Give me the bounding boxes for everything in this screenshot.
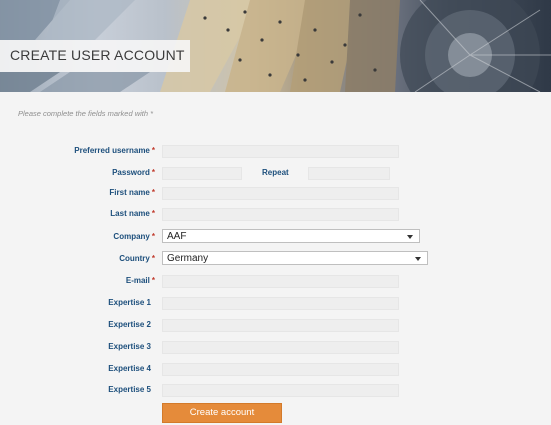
- country-select[interactable]: Germany: [162, 251, 428, 265]
- required-marker: *: [151, 209, 155, 218]
- required-marker: *: [151, 146, 155, 155]
- required-marker: *: [151, 168, 155, 177]
- email-input[interactable]: [162, 275, 399, 288]
- chevron-down-icon: [415, 257, 421, 261]
- label-last-name: Last name *: [110, 209, 155, 218]
- preferred-username-input[interactable]: [162, 145, 399, 158]
- label-company: Company *: [113, 232, 155, 241]
- label-expertise-5: Expertise 5: [108, 385, 151, 394]
- label-preferred-username: Preferred username *: [74, 146, 155, 155]
- last-name-input[interactable]: [162, 208, 399, 221]
- expertise-4-input[interactable]: [162, 363, 399, 376]
- required-marker: *: [151, 254, 155, 263]
- label-country: Country *: [119, 254, 155, 263]
- page-title: CREATE USER ACCOUNT: [10, 47, 185, 63]
- label-expertise-2: Expertise 2: [108, 320, 151, 329]
- required-marker: *: [151, 188, 155, 197]
- country-selected-value: Germany: [167, 253, 209, 264]
- expertise-1-input[interactable]: [162, 297, 399, 310]
- chevron-down-icon: [407, 235, 413, 239]
- expertise-5-input[interactable]: [162, 384, 399, 397]
- required-marker: *: [151, 276, 155, 285]
- required-marker: *: [151, 232, 155, 241]
- label-repeat: Repeat: [262, 168, 289, 177]
- label-expertise-1: Expertise 1: [108, 298, 151, 307]
- label-email: E-mail *: [125, 276, 155, 285]
- company-selected-value: AAF: [167, 231, 187, 242]
- repeat-password-input[interactable]: [308, 167, 390, 180]
- instructions-text: Please complete the fields marked with *: [18, 109, 154, 118]
- company-select[interactable]: AAF: [162, 229, 420, 243]
- expertise-3-input[interactable]: [162, 341, 399, 354]
- header-banner: CREATE USER ACCOUNT: [0, 0, 551, 92]
- expertise-2-input[interactable]: [162, 319, 399, 332]
- label-first-name: First name *: [109, 188, 155, 197]
- label-expertise-3: Expertise 3: [108, 342, 151, 351]
- first-name-input[interactable]: [162, 187, 399, 200]
- create-account-button[interactable]: Create account: [162, 403, 282, 423]
- password-input[interactable]: [162, 167, 242, 180]
- label-password: Password *: [112, 168, 155, 177]
- label-expertise-4: Expertise 4: [108, 364, 151, 373]
- page: CREATE USER ACCOUNT Please complete the …: [0, 0, 551, 425]
